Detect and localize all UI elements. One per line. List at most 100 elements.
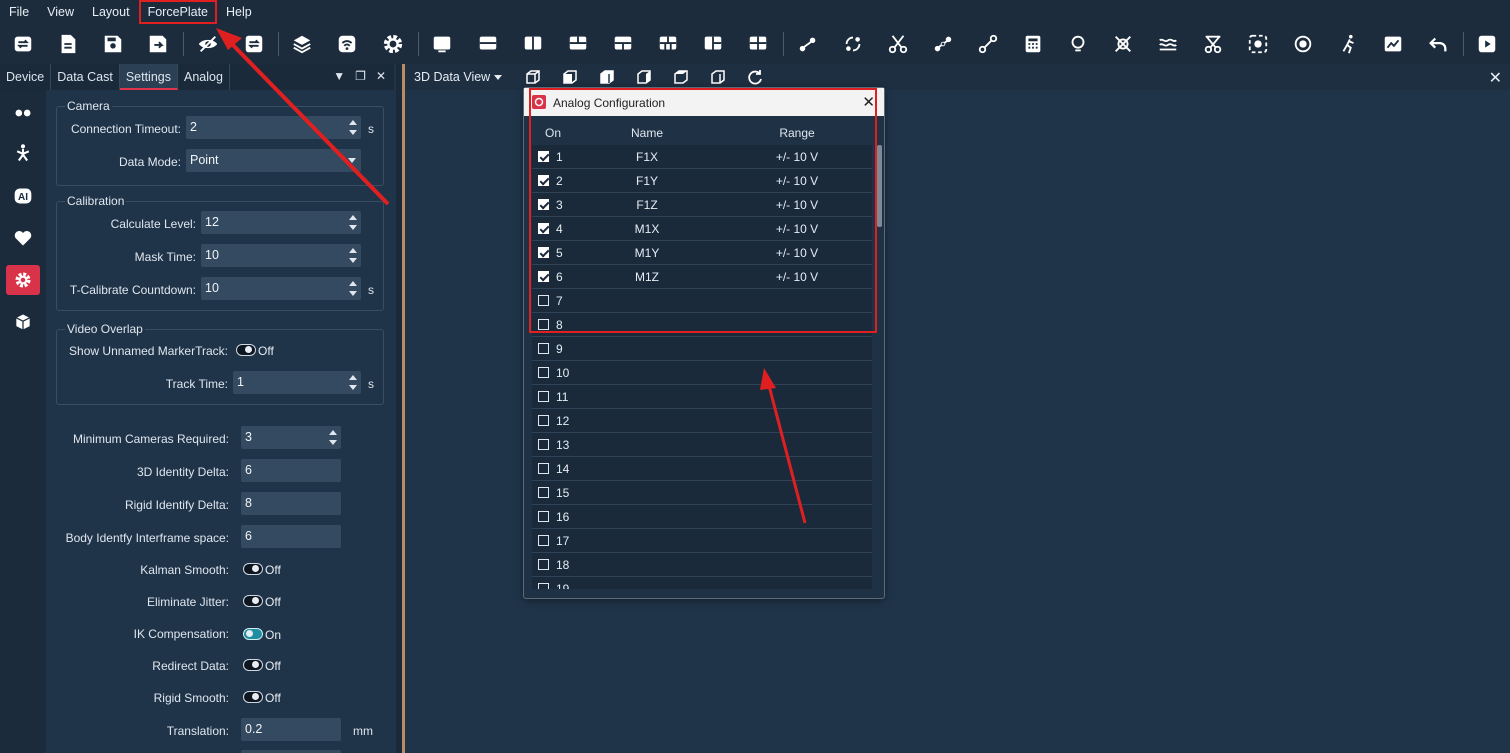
track-time-field[interactable]: 1 <box>233 371 361 394</box>
reset-view-icon[interactable] <box>746 68 764 86</box>
translation-field[interactable]: 0.2 <box>241 718 341 741</box>
channel-checkbox[interactable] <box>538 199 549 210</box>
channel-checkbox[interactable] <box>538 559 549 570</box>
layers-icon[interactable] <box>290 32 314 56</box>
table-row[interactable]: 4 M1X +/- 10 V <box>532 217 872 241</box>
dialog-close-icon[interactable]: ✕ <box>862 93 875 111</box>
channel-checkbox[interactable] <box>538 319 549 330</box>
table-row[interactable]: 11 <box>532 385 872 409</box>
table-row[interactable]: 17 <box>532 529 872 553</box>
channel-checkbox[interactable] <box>538 463 549 474</box>
channel-checkbox[interactable] <box>538 247 549 258</box>
heart-icon[interactable] <box>6 223 40 253</box>
skeleton-icon[interactable] <box>6 138 40 168</box>
channel-name[interactable]: M1X <box>607 222 687 236</box>
dialog-scrollbar[interactable] <box>877 145 882 227</box>
tab-analog[interactable]: Analog <box>178 64 230 90</box>
calculate-level-field[interactable]: 12 <box>201 211 361 234</box>
layout-3-icon[interactable] <box>566 32 590 56</box>
dropdown-icon[interactable]: ▼ <box>333 69 345 83</box>
segment-icon[interactable] <box>976 32 1000 56</box>
table-row[interactable]: 14 <box>532 457 872 481</box>
calculator-icon[interactable] <box>1021 32 1045 56</box>
table-row[interactable]: 2 F1Y +/- 10 V <box>532 169 872 193</box>
channel-range[interactable]: +/- 10 V <box>757 198 837 212</box>
data-mode-select[interactable]: Point <box>186 149 361 172</box>
cut-icon[interactable] <box>886 32 910 56</box>
dialog-titlebar[interactable]: Analog Configuration ✕ <box>524 88 884 116</box>
export-video-icon[interactable] <box>1475 32 1499 56</box>
header-range[interactable]: Range <box>757 126 837 140</box>
spin-arrows-icon[interactable] <box>348 279 358 298</box>
spin-arrows-icon[interactable] <box>348 118 358 137</box>
channel-name[interactable]: M1Z <box>607 270 687 284</box>
wifi-icon[interactable] <box>335 32 359 56</box>
open-icon[interactable] <box>11 32 35 56</box>
tab-settings[interactable]: Settings <box>119 64 178 90</box>
table-row[interactable]: 7 <box>532 289 872 313</box>
countdown-field[interactable]: 10 <box>201 277 361 300</box>
record-icon[interactable] <box>1291 32 1315 56</box>
save-as-icon[interactable] <box>146 32 170 56</box>
menu-file[interactable]: File <box>0 0 38 24</box>
table-row[interactable]: 5 M1Y +/- 10 V <box>532 241 872 265</box>
kalman-toggle[interactable] <box>243 563 263 575</box>
channel-range[interactable]: +/- 10 V <box>757 150 837 164</box>
table-row[interactable]: 16 <box>532 505 872 529</box>
channel-name[interactable]: F1X <box>607 150 687 164</box>
view-top-icon[interactable] <box>672 68 690 86</box>
menu-forceplate[interactable]: ForcePlate <box>138 0 218 24</box>
channel-range[interactable]: +/- 10 V <box>757 222 837 236</box>
cube-icon[interactable] <box>6 307 40 337</box>
spin-arrows-icon[interactable] <box>328 428 338 447</box>
close-icon[interactable]: ✕ <box>1489 68 1502 88</box>
ik-toggle[interactable] <box>243 628 263 640</box>
link-markers-icon[interactable] <box>796 32 820 56</box>
focus-icon[interactable] <box>1246 32 1270 56</box>
header-on[interactable]: On <box>540 126 566 140</box>
mask-time-field[interactable]: 10 <box>201 244 361 267</box>
identity-delta-field[interactable]: 6 <box>241 459 341 482</box>
runner-icon[interactable] <box>1336 32 1360 56</box>
show-unnamed-toggle[interactable] <box>236 344 256 356</box>
channel-range[interactable]: +/- 10 V <box>757 174 837 188</box>
tab-data-cast[interactable]: Data Cast <box>51 64 120 90</box>
spin-arrows-icon[interactable] <box>348 213 358 232</box>
layout-4b-icon[interactable] <box>701 32 725 56</box>
refresh-icon[interactable] <box>242 32 266 56</box>
connect-icon[interactable] <box>931 32 955 56</box>
ai-icon[interactable]: AI <box>6 181 40 211</box>
save-icon[interactable] <box>101 32 125 56</box>
channel-checkbox[interactable] <box>538 391 549 402</box>
layout-single-icon[interactable] <box>430 32 454 56</box>
channel-name[interactable]: F1Y <box>607 174 687 188</box>
channel-checkbox[interactable] <box>538 295 549 306</box>
table-row[interactable]: 3 F1Z +/- 10 V <box>532 193 872 217</box>
delete-marker-icon[interactable] <box>1111 32 1135 56</box>
float-icon[interactable]: ❐ <box>355 69 366 83</box>
rigid-smooth-toggle[interactable] <box>243 691 263 703</box>
channel-checkbox[interactable] <box>538 535 549 546</box>
close-icon[interactable]: ✕ <box>376 69 386 83</box>
menu-view[interactable]: View <box>38 0 83 24</box>
menu-layout[interactable]: Layout <box>83 0 139 24</box>
channel-checkbox[interactable] <box>538 271 549 282</box>
spin-arrows-icon[interactable] <box>348 246 358 265</box>
spin-arrows-icon[interactable] <box>348 373 358 392</box>
table-row[interactable]: 6 M1Z +/- 10 V <box>532 265 872 289</box>
channel-checkbox[interactable] <box>538 439 549 450</box>
view-left-icon[interactable] <box>598 68 616 86</box>
undo-icon[interactable] <box>1426 32 1450 56</box>
rotate-markers-icon[interactable] <box>841 32 865 56</box>
table-row[interactable]: 8 <box>532 313 872 337</box>
body-interframe-field[interactable]: 6 <box>241 525 341 548</box>
layout-split-horizontal-icon[interactable] <box>476 32 500 56</box>
channel-checkbox[interactable] <box>538 151 549 162</box>
channel-range[interactable]: +/- 10 V <box>757 270 837 284</box>
view-back-icon[interactable] <box>561 68 579 86</box>
table-row[interactable]: 10 <box>532 361 872 385</box>
channel-checkbox[interactable] <box>538 175 549 186</box>
table-row[interactable]: 15 <box>532 481 872 505</box>
header-name[interactable]: Name <box>607 126 687 140</box>
table-row[interactable]: 12 <box>532 409 872 433</box>
